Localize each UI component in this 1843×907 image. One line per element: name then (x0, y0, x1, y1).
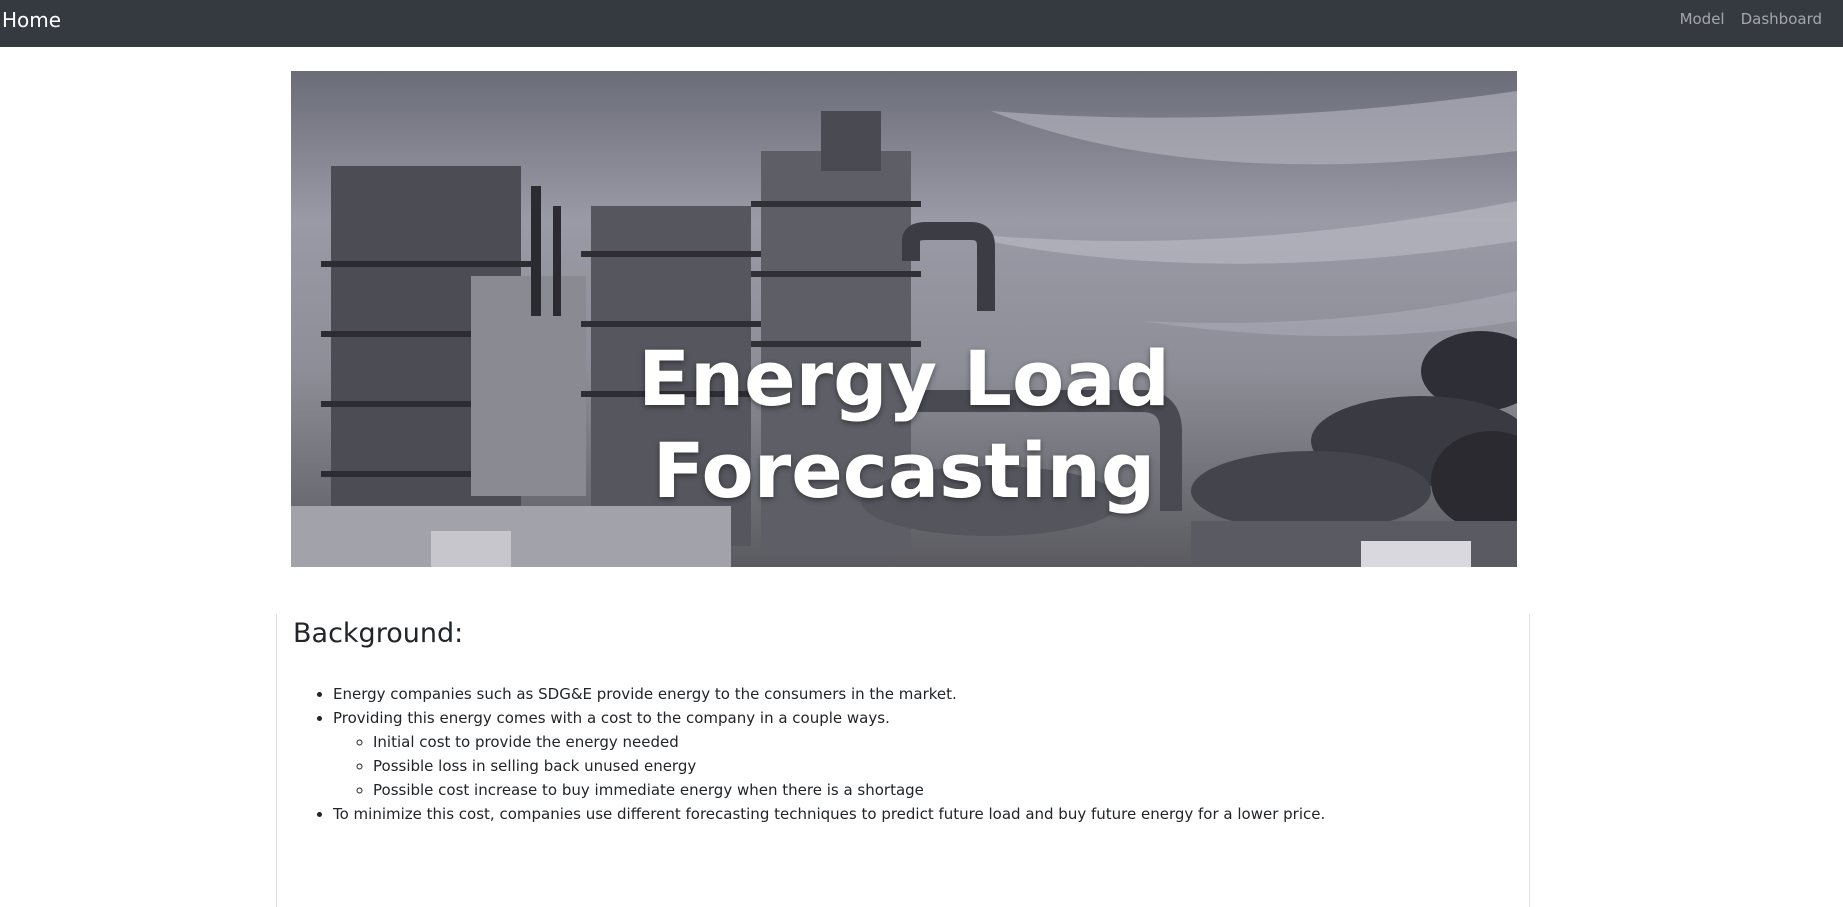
sub-list: Initial cost to provide the energy neede… (333, 730, 1325, 802)
background-section: Background: Energy companies such as SDG… (276, 614, 1530, 907)
background-heading: Background: (293, 618, 464, 649)
nav-link-model[interactable]: Model (1680, 10, 1725, 28)
top-navbar: Home Model Dashboard (0, 0, 1843, 47)
home-link[interactable]: Home (2, 9, 61, 31)
list-item: To minimize this cost, companies use dif… (333, 802, 1325, 826)
sub-list-item: Possible loss in selling back unused ene… (373, 754, 1325, 778)
hero-title: Energy Load Forecasting (291, 333, 1517, 517)
list-item: Energy companies such as SDG&E provide e… (333, 682, 1325, 706)
nav-link-dashboard[interactable]: Dashboard (1741, 10, 1822, 28)
bullet-text: Energy companies such as SDG&E provide e… (333, 685, 957, 703)
bullet-text: Providing this energy comes with a cost … (333, 709, 890, 727)
hero-banner: Energy Load Forecasting (291, 71, 1517, 567)
sub-list-item: Initial cost to provide the energy neede… (373, 730, 1325, 754)
hero-title-line1: Energy Load (638, 334, 1170, 423)
list-item: Providing this energy comes with a cost … (333, 706, 1325, 802)
bullet-text: To minimize this cost, companies use dif… (333, 805, 1326, 823)
background-list: Energy companies such as SDG&E provide e… (293, 682, 1325, 826)
sub-list-item: Possible cost increase to buy immediate … (373, 778, 1325, 802)
nav-links: Model Dashboard (1680, 10, 1822, 28)
hero-title-line2: Forecasting (652, 426, 1156, 515)
